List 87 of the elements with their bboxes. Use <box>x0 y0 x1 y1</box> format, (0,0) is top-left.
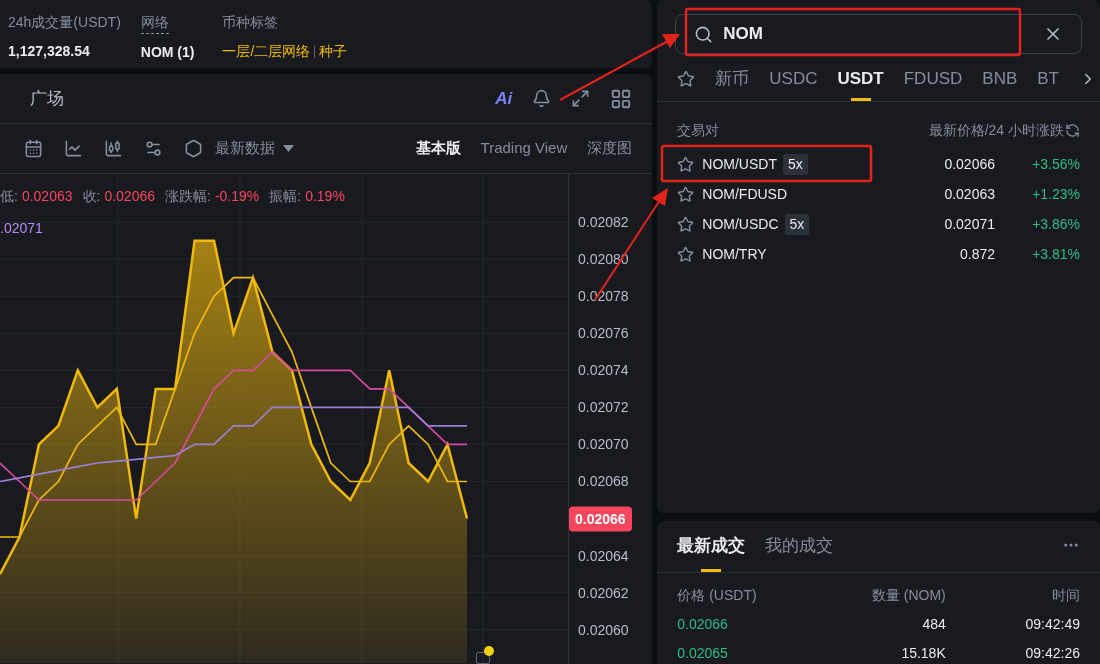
bell-icon[interactable] <box>532 89 552 108</box>
current-price-badge: 0.02066 <box>569 506 632 531</box>
pair-price: 0.872 <box>959 244 995 264</box>
quote-tab[interactable]: 新币 <box>715 66 750 101</box>
candlestick-icon[interactable] <box>104 139 123 158</box>
pair-name: NOM/TRY <box>702 244 767 264</box>
pair-change: +1.23% <box>1031 184 1080 204</box>
search-field[interactable]: NOM <box>675 14 1082 54</box>
axis-tick-label: 0.02070 <box>578 434 629 454</box>
star-icon[interactable] <box>677 245 695 263</box>
leverage-badge: 5x <box>784 213 810 235</box>
settings-icon[interactable] <box>144 139 163 158</box>
pair-name: NOM/USDT <box>702 154 777 174</box>
ma-reading: .02071 <box>0 219 43 238</box>
search-value: NOM <box>723 23 764 46</box>
pair-name: NOM/USDC <box>702 214 779 234</box>
stat-label: 币种标签 <box>222 13 280 32</box>
coin-tag[interactable]: 一层/二层网络 <box>222 41 311 62</box>
axis-tick-label: 0.02072 <box>578 397 629 417</box>
grid-icon[interactable] <box>610 87 633 110</box>
pair-price: 0.02071 <box>944 214 995 234</box>
trade-price: 0.02065 <box>677 644 729 663</box>
ohlc-value: 0.02063 <box>21 187 73 206</box>
stat-value: NOM (1) <box>140 43 195 62</box>
square-tab[interactable]: 广场 <box>30 85 64 112</box>
chart-view-tab[interactable]: 基本版 <box>415 137 461 160</box>
column-header: 交易对 <box>677 121 720 140</box>
hexagon-icon[interactable] <box>184 139 203 158</box>
favorites-star-icon[interactable] <box>677 70 696 88</box>
stat-value: 1,127,328.54 <box>8 42 91 61</box>
quote-tab[interactable]: USDC <box>769 66 818 101</box>
caret-icon <box>283 145 294 152</box>
trade-amount: 15.18K <box>900 644 946 663</box>
ohlc-label: 低: <box>0 187 18 206</box>
ohlc-label: 振幅: <box>269 187 302 206</box>
axis-tick-label: 0.02082 <box>578 212 629 232</box>
leverage-badge: 5x <box>782 153 808 175</box>
market-row[interactable]: NOM/FDUSD 0.02063 +1.23% <box>657 179 1100 209</box>
pair-change: +3.81% <box>1031 244 1080 264</box>
star-icon[interactable] <box>677 185 695 203</box>
line-chart-icon[interactable] <box>64 139 83 158</box>
coin-tag[interactable]: 种子 <box>319 41 348 62</box>
ohlc-label: 涨跌幅: <box>165 187 211 206</box>
axis-tick-label: 0.02064 <box>578 546 629 566</box>
pair-price: 0.02066 <box>944 154 995 174</box>
expand-icon[interactable] <box>571 89 591 108</box>
ohlc-value: 0.19% <box>305 187 345 206</box>
column-header: 价格 (USDT) <box>677 586 758 605</box>
ohlc-value: -0.19% <box>214 187 260 206</box>
market-row[interactable]: NOM/TRY 0.872 +3.81% <box>657 239 1100 269</box>
search-icon <box>694 24 714 44</box>
calendar-icon[interactable] <box>24 139 43 158</box>
axis-tick-label: 0.02068 <box>578 471 629 491</box>
column-header: 数量 (NOM) <box>870 586 946 605</box>
trade-time: 09:42:26 <box>1024 644 1080 663</box>
switch-icon[interactable] <box>1065 123 1080 138</box>
stat-label: 24h成交量(USDT) <box>8 13 121 32</box>
column-header: 最新价格/24 小时涨跌 <box>928 121 1064 140</box>
quote-tab[interactable]: BNB <box>982 66 1018 101</box>
quote-tab[interactable]: BT <box>1037 66 1059 101</box>
axis-tick-label: 0.02074 <box>578 360 629 380</box>
axis-tick-label: 0.02060 <box>578 620 629 640</box>
column-header: 时间 <box>1051 586 1080 605</box>
ohlc-label: 收: <box>82 187 101 206</box>
quote-tab[interactable]: USDT <box>837 66 884 101</box>
trades-tab[interactable]: 我的成交 <box>765 532 834 572</box>
chart-view-tab[interactable]: Trading View <box>480 137 568 160</box>
market-row[interactable]: NOM/USDT 5x 0.02066 +3.56% <box>657 149 1100 179</box>
chart-view-tab[interactable]: 深度图 <box>587 137 633 160</box>
data-dropdown[interactable]: 最新数据 <box>215 137 294 160</box>
trade-time: 09:42:49 <box>1024 615 1080 634</box>
ohlc-value: 0.02066 <box>104 187 155 206</box>
trade-amount: 484 <box>921 615 946 634</box>
quote-tab[interactable]: FDUSD <box>903 66 963 101</box>
axis-tick-label: 0.02062 <box>578 583 629 603</box>
star-icon[interactable] <box>677 155 695 173</box>
trade-price: 0.02066 <box>677 615 729 634</box>
pair-change: +3.86% <box>1031 214 1080 234</box>
trades-tab[interactable]: 最新成交 <box>677 532 746 572</box>
axis-tick-label: 0.02076 <box>578 323 629 343</box>
market-row[interactable]: NOM/USDC 5x 0.02071 +3.86% <box>657 209 1100 239</box>
stat-label: 网络 <box>140 12 169 34</box>
pair-name: NOM/FDUSD <box>702 184 788 204</box>
ai-button[interactable]: Ai <box>495 85 513 112</box>
pair-price: 0.02063 <box>944 184 995 204</box>
star-icon[interactable] <box>677 215 695 233</box>
pair-change: +3.56% <box>1031 154 1080 174</box>
